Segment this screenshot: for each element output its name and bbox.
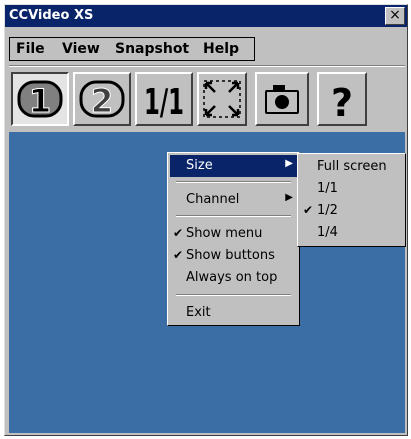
menu-item-channel[interactable]: Channel ▶ <box>170 189 297 211</box>
menu-item-show-buttons[interactable]: ✔ Show buttons <box>170 245 297 267</box>
menu-item-always-on-top[interactable]: Always on top <box>170 267 297 289</box>
help-icon: ? <box>331 81 353 124</box>
menu-bar: File View Snapshot Help <box>9 37 255 61</box>
size-submenu: Full screen 1/1 ✔ 1/2 1/4 <box>297 153 406 247</box>
menu-item-exit[interactable]: Exit <box>170 302 297 324</box>
channel-2-icon: 2 <box>79 80 125 121</box>
menu-item-show-buttons-label: Show buttons <box>186 248 275 263</box>
svg-text:1/1: 1/1 <box>144 82 184 123</box>
menu-snapshot[interactable]: Snapshot <box>115 41 189 57</box>
size-item-1-1-label: 1/1 <box>317 181 338 196</box>
size-one-to-one-icon: 1/1 <box>144 82 184 123</box>
size-item-1-4-label: 1/4 <box>317 225 338 240</box>
menu-item-always-on-top-label: Always on top <box>186 270 278 285</box>
context-menu: Size ▶ Channel ▶ ✔ Show menu ✔ Show butt… <box>167 152 300 326</box>
checkmark-icon: ✔ <box>173 248 184 262</box>
window-title: CCVideo XS <box>9 8 94 23</box>
size-item-1-4[interactable]: 1/4 <box>300 222 403 244</box>
menu-help[interactable]: Help <box>203 41 239 57</box>
fullscreen-button[interactable] <box>197 72 247 126</box>
size-item-1-1[interactable]: 1/1 <box>300 178 403 200</box>
channel-1-icon: 1 <box>17 80 63 121</box>
fullscreen-icon <box>203 80 241 118</box>
snapshot-button[interactable] <box>255 72 309 126</box>
checkmark-icon: ✔ <box>173 226 184 240</box>
close-icon: × <box>389 7 401 23</box>
size-item-1-2[interactable]: ✔ 1/2 <box>300 200 403 222</box>
svg-text:1: 1 <box>29 82 51 120</box>
menu-separator <box>176 215 291 217</box>
channel-2-button[interactable]: 2 <box>73 72 131 126</box>
title-bar[interactable]: CCVideo XS × <box>5 5 407 27</box>
menu-file[interactable]: File <box>16 41 45 57</box>
menu-separator <box>176 294 291 296</box>
submenu-arrow-icon: ▶ <box>285 192 293 203</box>
menu-separator <box>176 181 291 183</box>
menu-item-show-menu[interactable]: ✔ Show menu <box>170 223 297 245</box>
size-one-to-one-button[interactable]: 1/1 <box>135 72 193 126</box>
menu-item-show-menu-label: Show menu <box>186 226 263 241</box>
submenu-arrow-icon: ▶ <box>285 158 293 169</box>
menu-item-exit-label: Exit <box>186 305 211 320</box>
size-item-1-2-label: 1/2 <box>317 203 338 218</box>
menu-item-size-label: Size <box>186 158 213 173</box>
menu-item-size[interactable]: Size ▶ <box>170 155 297 177</box>
menu-item-channel-label: Channel <box>186 192 240 207</box>
size-item-full-screen-label: Full screen <box>317 159 387 174</box>
camera-icon <box>265 85 299 114</box>
toolbar-divider-highlight <box>9 66 405 67</box>
channel-1-button[interactable]: 1 <box>11 72 69 126</box>
close-button[interactable]: × <box>385 7 405 25</box>
checkmark-icon: ✔ <box>303 203 314 217</box>
svg-text:?: ? <box>331 81 353 124</box>
menu-view[interactable]: View <box>62 41 100 57</box>
size-item-full-screen[interactable]: Full screen <box>300 156 403 178</box>
svg-text:2: 2 <box>91 82 113 120</box>
help-button[interactable]: ? <box>317 72 367 126</box>
